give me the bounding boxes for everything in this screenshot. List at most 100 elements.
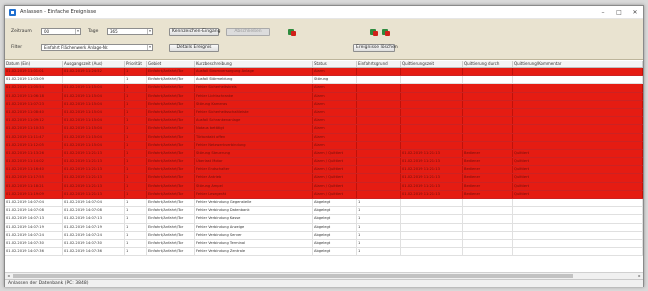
table-cell: Fehler Sicherheitsschaltleiste <box>195 108 313 117</box>
horizontal-scrollbar[interactable]: ◂ ▸ <box>5 272 643 279</box>
table-cell: Quittiert <box>513 174 643 182</box>
table-cell: 1 <box>357 239 401 248</box>
close-button[interactable]: ✕ <box>627 6 643 19</box>
table-row[interactable]: 01.02.2019 11:19:09 01.02.2019 11:21:13 1 E… <box>5 190 643 199</box>
column-header[interactable]: Quittierung/Kommentar <box>513 61 643 67</box>
table-row[interactable]: 01.02.2019 11:12:05 01.02.2019 11:15:04 1 E… <box>5 141 643 150</box>
table-cell: Alarm <box>313 133 357 141</box>
table-cell: Störung Kameras <box>195 100 313 108</box>
table-row[interactable]: 01.02.2019 11:17:55 01.02.2019 11:21:13 1 E… <box>5 174 643 183</box>
table-cell: Alarm <box>313 117 357 125</box>
table-row[interactable]: 01.02.2019 11:06:18 01.02.2019 11:15:04 1 E… <box>5 92 643 101</box>
chevron-down-icon[interactable]: ▾ <box>147 45 152 50</box>
table-cell <box>463 199 513 207</box>
table-cell: Quittiert <box>513 182 643 190</box>
table-cell <box>463 248 513 256</box>
period-input[interactable]: 00 ▾ <box>41 28 81 35</box>
table-cell: 1 <box>125 76 147 84</box>
warning-input-button[interactable]: Kennzeichen-Eingang <box>169 28 220 36</box>
table-cell: 01.02.2019 11:03:09 <box>5 76 63 84</box>
table-row[interactable]: 01.02.2019 11:16:40 01.02.2019 11:21:13 1 E… <box>5 166 643 175</box>
warning-icon[interactable] <box>382 28 390 36</box>
table-cell <box>463 117 513 125</box>
table-cell: 1 <box>125 108 147 117</box>
table-cell: Einfahrt/Anfahrt/Tor <box>147 248 195 256</box>
column-header[interactable]: Quittierung durch <box>463 61 513 67</box>
column-header[interactable]: Gebiet <box>147 61 195 67</box>
table-row[interactable]: 01.02.2019 14:07:19 01.02.2019 14:07:19 1 E… <box>5 223 643 232</box>
column-header[interactable]: Priorität <box>125 61 147 67</box>
table-cell <box>513 84 643 92</box>
table-row[interactable]: 01.02.2019 11:13:26 01.02.2019 11:21:13 1 E… <box>5 149 643 159</box>
maximize-button[interactable]: □ <box>611 6 627 19</box>
table-cell: 01.02.2019 11:01:01 <box>5 68 63 76</box>
table-row[interactable]: 01.02.2019 11:08:40 01.02.2019 11:15:04 1 E… <box>5 108 643 118</box>
clear-events-button[interactable]: Ereignisse löschen <box>353 44 398 52</box>
app-icon <box>9 8 16 16</box>
table-cell <box>463 84 513 92</box>
period-spinner-icon[interactable]: ▾ <box>75 29 80 34</box>
column-header[interactable]: Ausgangszeit (Aus) <box>63 61 125 67</box>
table-cell: Einfahrt/Anfahrt/Tor <box>147 223 195 231</box>
table-row[interactable]: 01.02.2019 11:11:47 01.02.2019 11:15:04 1 E… <box>5 133 643 142</box>
column-header[interactable]: Status <box>313 61 357 67</box>
table-cell: Ausfall Schrankenanlage <box>195 117 313 125</box>
column-header[interactable]: Einfahrtsgrund <box>357 61 401 67</box>
days-spinner-icon[interactable]: ▾ <box>147 29 152 34</box>
table-row[interactable]: 01.02.2019 11:10:33 01.02.2019 11:15:04 1 E… <box>5 125 643 134</box>
main-window: Anlassen - Einfache Ereignisse – □ ✕ Zei… <box>4 5 644 287</box>
table-cell <box>463 223 513 231</box>
period-label: Zeitraum <box>11 29 32 34</box>
table-cell: Bediener <box>463 158 513 166</box>
table-cell: 1 <box>125 133 147 141</box>
table-row[interactable]: 01.02.2019 11:09:12 01.02.2019 11:15:04 1 E… <box>5 117 643 126</box>
table-cell: Fehler Verbindung Zentrale <box>195 248 313 256</box>
table-row[interactable]: 01.02.2019 14:07:04 01.02.2019 14:07:04 1 E… <box>5 199 643 208</box>
table-row[interactable]: 01.02.2019 11:05:54 01.02.2019 11:15:04 1 E… <box>5 84 643 93</box>
table-cell: Einfahrt/Anfahrt/Tor <box>147 141 195 149</box>
table-cell: 01.02.2019 11:15:04 <box>63 84 125 92</box>
table-row[interactable]: 01.02.2019 11:18:21 01.02.2019 11:21:13 1 E… <box>5 182 643 191</box>
table-cell: 1 <box>125 190 147 198</box>
table-cell: 01.02.2019 11:21:13 <box>401 158 463 166</box>
table-cell: 01.02.2019 11:21:13 <box>401 149 463 158</box>
table-cell <box>357 108 401 117</box>
table-cell: 1 <box>125 215 147 223</box>
table-cell <box>401 68 463 76</box>
export-icon[interactable] <box>288 28 296 36</box>
table-row[interactable]: 01.02.2019 11:01:01 01.02.2019 11:24:52 1 E… <box>5 68 643 77</box>
table-row[interactable]: 01.02.2019 11:07:23 01.02.2019 11:15:04 1 E… <box>5 100 643 109</box>
table-row[interactable]: 01.02.2019 11:14:02 01.02.2019 11:21:13 1 E… <box>5 158 643 167</box>
table-row[interactable]: 01.02.2019 11:03:09 1 Einfahrt/Anfahrt/Tor… <box>5 76 643 85</box>
table-row[interactable]: 01.02.2019 14:07:13 01.02.2019 14:07:13 1 E… <box>5 215 643 224</box>
table-cell: Bediener <box>463 190 513 198</box>
table-cell: Türkontakt offen <box>195 133 313 141</box>
details-button[interactable]: Details Ereignis <box>169 44 219 52</box>
table-cell <box>401 84 463 92</box>
filter-select[interactable]: Einfahrt Flächenwerk Anlage-Nr. ▾ <box>41 44 153 51</box>
scroll-thumb[interactable] <box>13 274 573 278</box>
table-row[interactable]: 01.02.2019 14:07:36 01.02.2019 14:07:36 1 E… <box>5 248 643 257</box>
table-cell: Ausfall Stromversorgung Anlage <box>195 68 313 76</box>
table-cell: 01.02.2019 11:15:04 <box>63 133 125 141</box>
table-cell: 01.02.2019 14:07:36 <box>63 248 125 256</box>
table-cell: 01.02.2019 11:08:40 <box>5 108 63 117</box>
table-cell: 1 <box>125 199 147 207</box>
table-cell: 1 <box>125 231 147 239</box>
table-row[interactable]: 01.02.2019 14:07:30 01.02.2019 14:07:30 1 E… <box>5 239 643 249</box>
table-row[interactable]: 01.02.2019 14:07:08 01.02.2019 14:07:08 1 E… <box>5 207 643 216</box>
table-cell <box>357 149 401 158</box>
table-cell: 01.02.2019 14:07:04 <box>5 199 63 207</box>
table-cell: Alarm / Quittiert <box>313 174 357 182</box>
column-header[interactable]: Datum (Ein) <box>5 61 63 67</box>
table-row[interactable]: 01.02.2019 14:07:24 01.02.2019 14:07:24 1 E… <box>5 231 643 240</box>
column-header[interactable]: Quittierungszeit <box>401 61 463 67</box>
table-cell: Alarm <box>313 141 357 149</box>
print-icon[interactable] <box>370 28 378 36</box>
minimize-button[interactable]: – <box>595 6 611 19</box>
column-header[interactable]: Kurzbeschreibung <box>195 61 313 67</box>
table-cell: Abgelegt <box>313 215 357 223</box>
table-cell <box>513 108 643 117</box>
table-cell: Einfahrt/Anfahrt/Tor <box>147 174 195 182</box>
days-input[interactable]: 365 ▾ <box>107 28 153 35</box>
